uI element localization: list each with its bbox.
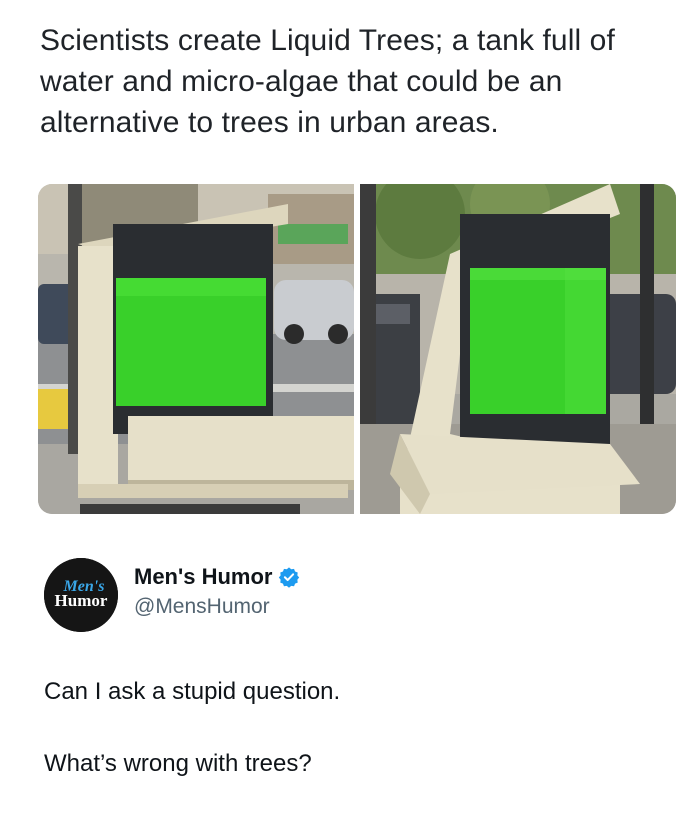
tweet-text: Can I ask a stupid question. What’s wron… — [44, 676, 644, 780]
display-name[interactable]: Men's Humor — [134, 564, 272, 590]
verified-badge-icon — [279, 567, 300, 588]
meme-post: Scientists create Liquid Trees; a tank f… — [0, 0, 700, 824]
mens-humor-logo: Men's Humor — [44, 558, 118, 632]
avatar[interactable]: Men's Humor — [44, 558, 118, 632]
handle[interactable]: @MensHumor — [134, 595, 300, 619]
tweet-line-1: Can I ask a stupid question. — [44, 678, 341, 705]
name-block: Men's Humor @MensHumor — [134, 564, 300, 619]
svg-text:Humor: Humor — [55, 591, 108, 610]
liquid-tree-side-photo — [360, 184, 676, 514]
tweet-line-2: What’s wrong with trees? — [44, 750, 312, 777]
headline: Scientists create Liquid Trees; a tank f… — [40, 24, 615, 139]
liquid-tree-front-photo — [38, 184, 354, 514]
name-line: Men's Humor — [134, 564, 300, 590]
profile-header: Men's Humor Men's Humor @MensHumor — [44, 558, 664, 638]
photo-collage — [38, 184, 676, 514]
